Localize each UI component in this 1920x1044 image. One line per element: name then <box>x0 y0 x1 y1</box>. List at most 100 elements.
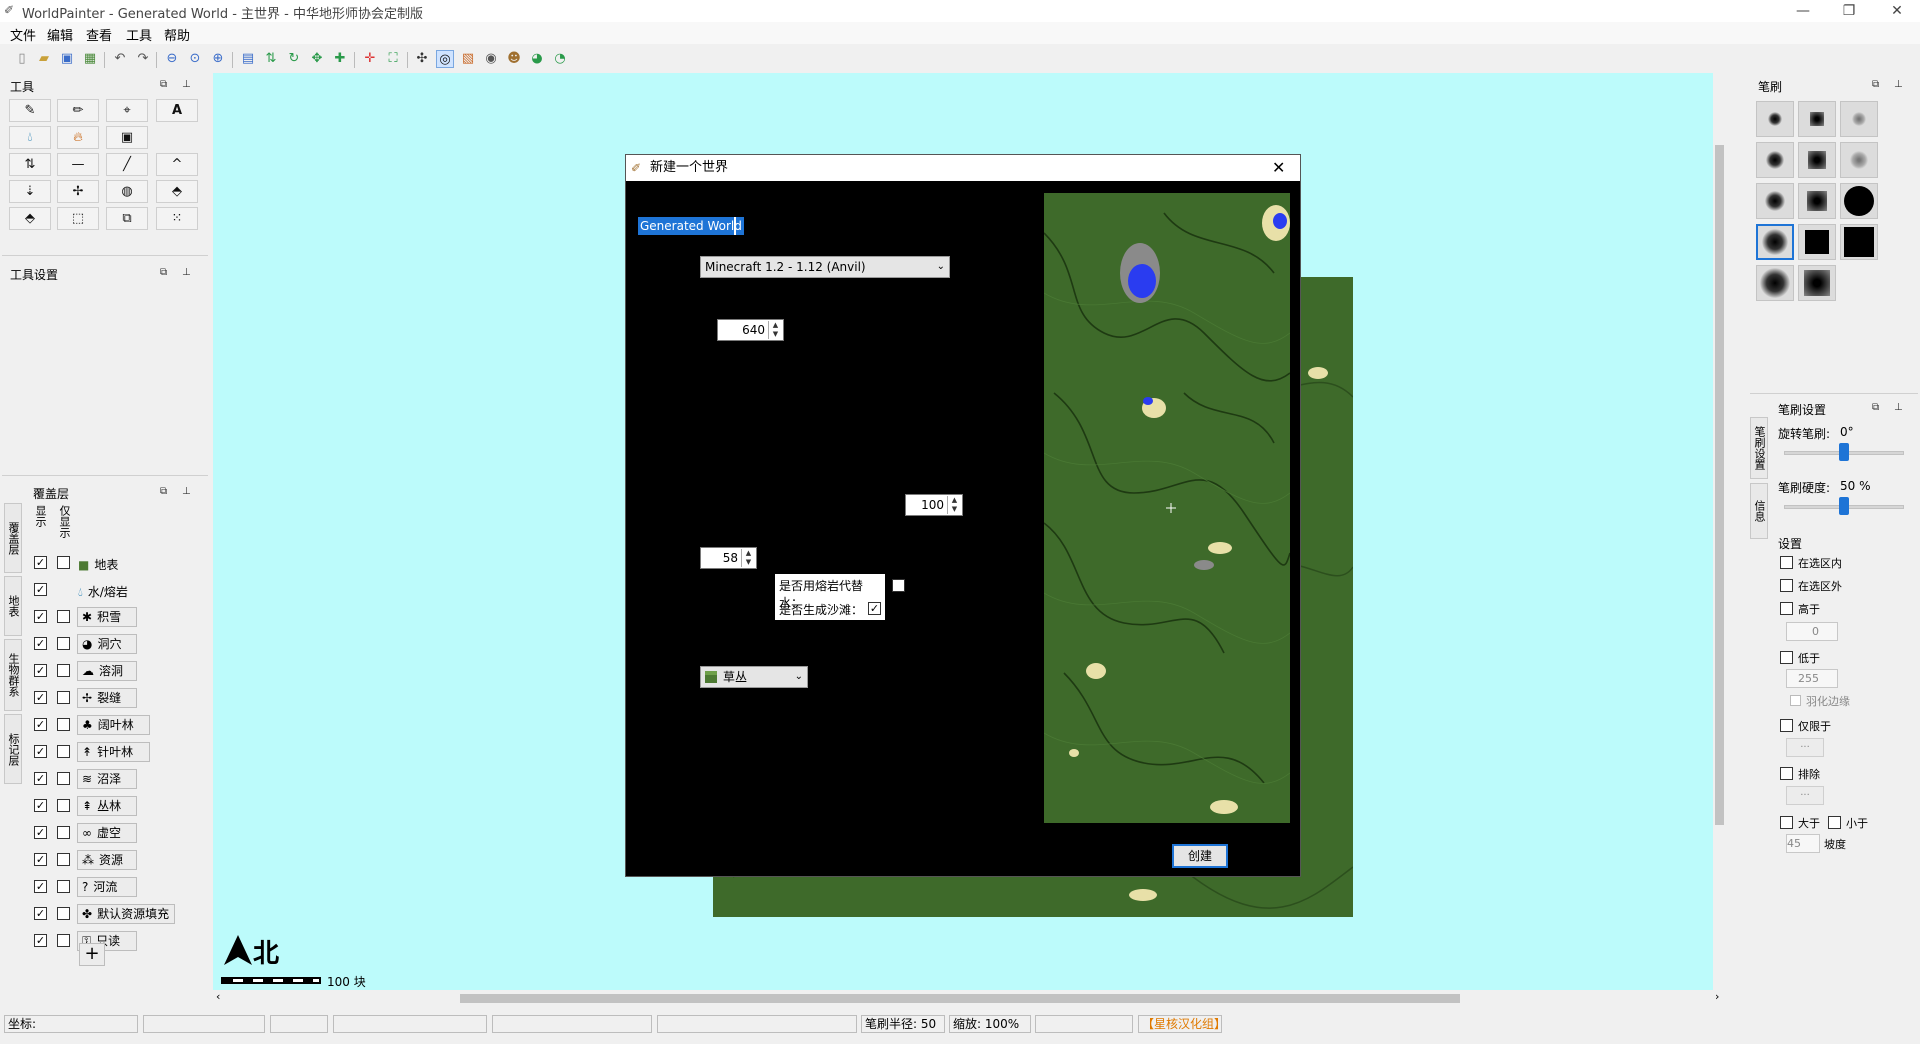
layer-show-checkbox[interactable]: ✓ <box>34 934 47 947</box>
zoom-out-icon[interactable]: ⊖ <box>163 50 181 68</box>
layer-solo-checkbox[interactable] <box>57 907 70 920</box>
layer-show-checkbox[interactable]: ✓ <box>34 745 47 758</box>
add-layer-button[interactable]: + <box>79 943 105 966</box>
layer-button[interactable]: ♣ 阔叶林 <box>77 715 150 735</box>
layer-solo-checkbox[interactable] <box>57 637 70 650</box>
horizontal-scroll-thumb[interactable] <box>460 994 1460 1003</box>
dimension-properties-icon[interactable]: ▤ <box>239 50 257 68</box>
height-tool-button[interactable]: ⬘ <box>156 180 198 203</box>
pin-panel-icon[interactable]: ⊥ <box>182 79 191 90</box>
flatten-tool-button[interactable]: — <box>57 153 99 176</box>
pit-tool-button[interactable]: ⇣ <box>9 180 51 203</box>
brush-option[interactable] <box>1840 101 1878 137</box>
tab-info[interactable]: 信息 <box>1750 483 1768 539</box>
tab-brush-settings[interactable]: 笔刷设置 <box>1750 417 1768 479</box>
layer-solo-checkbox[interactable] <box>57 745 70 758</box>
exclude-checkbox[interactable] <box>1780 767 1793 780</box>
global-ops-tool-button[interactable]: ◍ <box>106 180 148 203</box>
layer-button[interactable]: ⁂ 资源 <box>77 850 137 870</box>
size-spinner[interactable]: ▲ ▼ <box>768 321 782 339</box>
text-tool-button[interactable]: A <box>156 99 198 122</box>
brush-option[interactable] <box>1798 224 1836 260</box>
spray-paint-tool-button[interactable]: ✎ <box>9 99 51 122</box>
layer-show-checkbox[interactable]: ✓ <box>34 907 47 920</box>
layer-solo-checkbox[interactable] <box>57 664 70 677</box>
brush-option[interactable] <box>1756 183 1794 219</box>
menu-help[interactable]: 帮助 <box>164 25 190 44</box>
fill-tool-button[interactable]: ⌖ <box>106 99 148 122</box>
menu-edit[interactable]: 编辑 <box>47 25 73 44</box>
save-icon[interactable]: ▣ <box>58 50 76 68</box>
height-input[interactable]: 100 ▲ ▼ <box>905 494 963 516</box>
version-select[interactable]: Minecraft 1.2 - 1.12 (Anvil) ⌄ <box>700 256 950 278</box>
layer-show-checkbox[interactable]: ✓ <box>34 583 47 596</box>
layer-solo-checkbox[interactable] <box>57 610 70 623</box>
layer-show-checkbox[interactable]: ✓ <box>34 691 47 704</box>
layer-button[interactable]: ? 河流 <box>77 877 137 897</box>
anchor-tool-button[interactable]: ✢ <box>57 180 99 203</box>
above-value-input[interactable]: 0 <box>1786 622 1838 641</box>
copy-selection-tool-button[interactable]: ⧉ <box>106 207 148 230</box>
export-map-icon[interactable]: ▦ <box>81 50 99 68</box>
new-file-icon[interactable]: ▯ <box>13 50 31 68</box>
vertical-scroll-thumb[interactable] <box>1715 145 1724 825</box>
brush-option[interactable] <box>1840 183 1878 219</box>
only-on-select-button[interactable]: ... <box>1786 738 1824 757</box>
zoom-in-icon[interactable]: ⊕ <box>209 50 227 68</box>
pin-panel-icon[interactable]: ⊥ <box>182 267 191 278</box>
pin-panel-icon[interactable]: ⊥ <box>182 486 191 497</box>
layer-show-checkbox[interactable]: ✓ <box>34 556 47 569</box>
below-checkbox[interactable] <box>1780 651 1793 664</box>
clear-selection-tool-button[interactable]: ⁙ <box>156 207 198 230</box>
float-panel-icon[interactable]: ⧉ <box>160 79 167 90</box>
float-panel-icon[interactable]: ⧉ <box>160 267 167 278</box>
layer-solo-checkbox[interactable] <box>57 718 70 731</box>
vertical-scrollbar[interactable] <box>1713 73 1726 990</box>
pencil-tool-button[interactable]: ✏ <box>57 99 99 122</box>
scale-world-icon[interactable]: ✚ <box>331 50 349 68</box>
eye-icon[interactable]: ◉ <box>482 50 500 68</box>
zoom-reset-icon[interactable]: ⊙ <box>186 50 204 68</box>
menu-view[interactable]: 查看 <box>86 25 112 44</box>
create-button[interactable]: 创建 <box>1172 844 1228 868</box>
layer-solo-checkbox[interactable] <box>57 556 70 569</box>
menu-file[interactable]: 文件 <box>10 25 36 44</box>
rotation-slider-thumb[interactable] <box>1839 443 1849 461</box>
layer-solo-checkbox[interactable] <box>57 880 70 893</box>
layer-solo-checkbox[interactable] <box>57 853 70 866</box>
layer-button[interactable]: ≋ 沼泽 <box>77 769 137 789</box>
layer-button[interactable]: ∞ 虚空 <box>77 823 137 843</box>
float-panel-icon[interactable]: ⧉ <box>160 486 167 497</box>
maximize-button[interactable]: ❐ <box>1826 0 1872 22</box>
layer-show-checkbox[interactable]: ✓ <box>34 853 47 866</box>
open-folder-icon[interactable]: ▰ <box>35 50 53 68</box>
inside-selection-checkbox[interactable] <box>1780 556 1793 569</box>
brush-option[interactable] <box>1798 142 1836 178</box>
layer-button[interactable]: ◕ 洞穴 <box>77 634 137 654</box>
sponge-tool-button[interactable]: ▣ <box>106 126 148 149</box>
water-level-spinner[interactable]: ▲ ▼ <box>741 549 755 567</box>
layer-button[interactable]: ✱ 积雪 <box>77 607 137 627</box>
fit-to-screen-icon[interactable]: ⛶ <box>384 50 402 68</box>
crosshair-icon[interactable]: ✛ <box>361 50 379 68</box>
world-size-input[interactable]: 640 ▲ ▼ <box>717 319 784 341</box>
beach-checkbox[interactable]: ✓ <box>868 602 881 615</box>
move-view-icon[interactable]: ✣ <box>413 50 431 68</box>
brush-option[interactable] <box>1756 224 1794 260</box>
layer-button[interactable]: ☁︎ 溶洞 <box>77 661 137 681</box>
layer-show-checkbox[interactable]: ✓ <box>34 637 47 650</box>
smooth-tool-button[interactable]: ╱ <box>106 153 148 176</box>
world-preview-map[interactable] <box>1044 193 1290 823</box>
horizontal-scrollbar[interactable]: ‹ › <box>213 990 1726 1007</box>
menu-tools[interactable]: 工具 <box>126 25 152 44</box>
less-than-checkbox[interactable] <box>1828 816 1841 829</box>
slope-value-input[interactable]: 45 <box>1786 834 1820 853</box>
layer-button[interactable]: ✤ 默认资源填充 <box>77 904 175 924</box>
height-spinner[interactable]: ▲ ▼ <box>947 496 961 514</box>
brush-option[interactable] <box>1798 183 1836 219</box>
brush-option[interactable] <box>1798 101 1836 137</box>
exclude-select-button[interactable]: ... <box>1786 786 1824 805</box>
erase-tool-button[interactable]: ⬘ <box>9 207 51 230</box>
float-panel-icon[interactable]: ⧉ <box>1872 79 1879 90</box>
pin-panel-icon[interactable]: ⊥ <box>1894 402 1903 413</box>
